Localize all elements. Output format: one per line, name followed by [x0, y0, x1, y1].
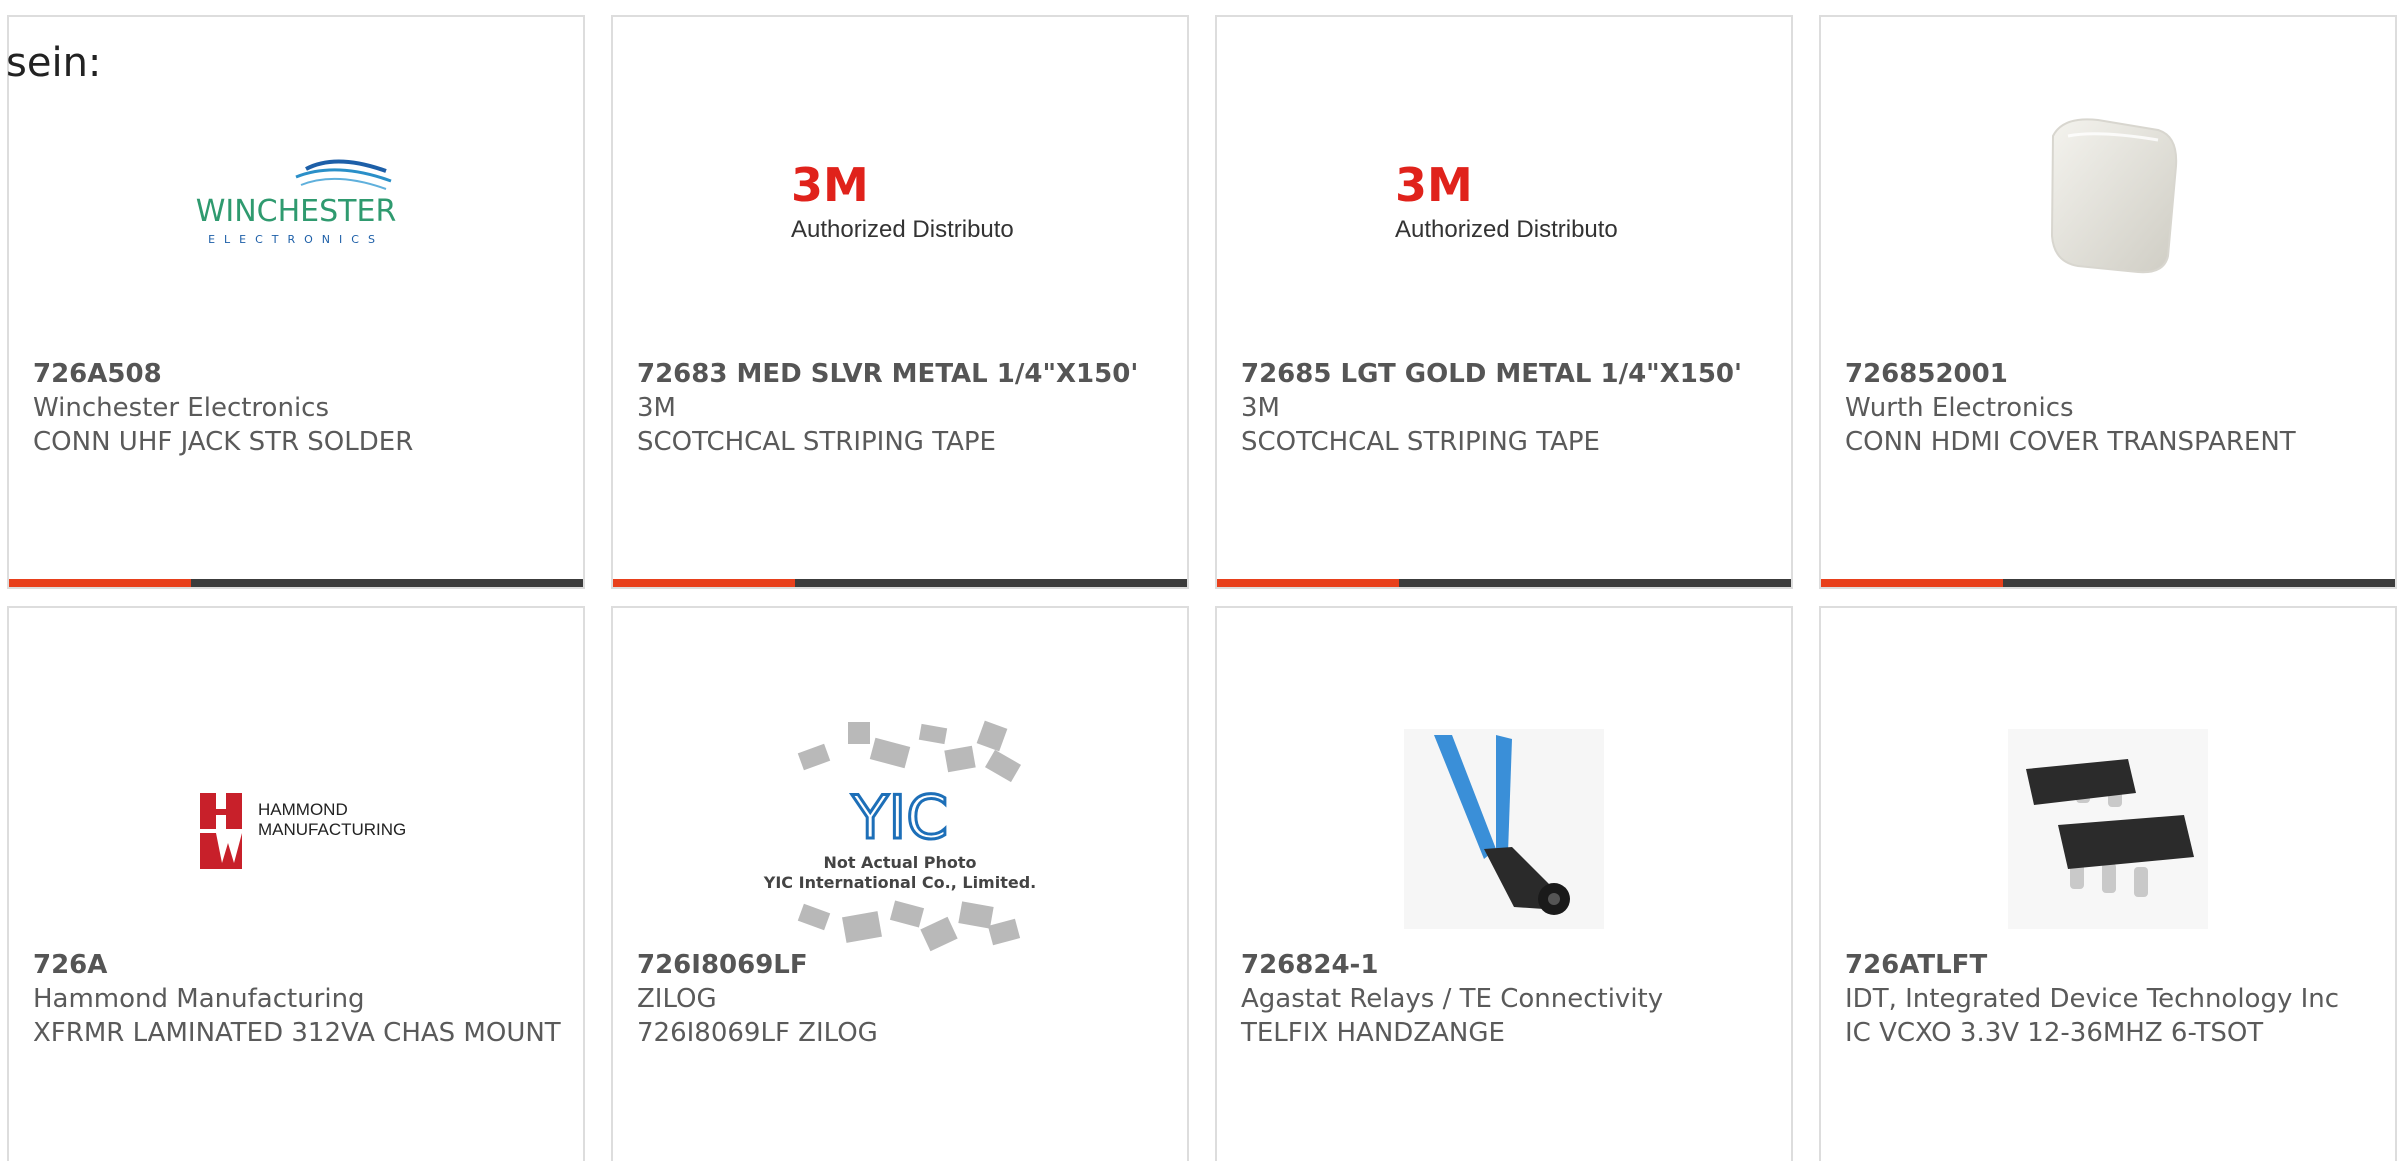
- product-grid-page: sein: WINCHESTER ELECTRONICS 726A508 Win…: [0, 0, 2400, 1161]
- description: SCOTCHCAL STRIPING TAPE: [1241, 427, 1600, 457]
- product-info: 726A508 Winchester Electronics CONN UHF …: [33, 357, 563, 459]
- manufacturer: 3M: [637, 393, 676, 423]
- part-number-link[interactable]: 726I8069LF: [637, 948, 1167, 982]
- product-card[interactable]: 3M Authorized Distributor 72685 LGT GOLD…: [1215, 15, 1793, 589]
- crimping-tool-photo: [1217, 694, 1791, 964]
- product-info: 726824-1 Agastat Relays / TE Connectivit…: [1241, 948, 1771, 1050]
- part-number-link[interactable]: 726A508: [33, 357, 563, 391]
- manufacturer: Hammond Manufacturing: [33, 984, 365, 1014]
- description: TELFIX HANDZANGE: [1241, 1018, 1505, 1048]
- part-number-link[interactable]: 726ATLFT: [1845, 948, 2375, 982]
- svg-text:WINCHESTER: WINCHESTER: [196, 194, 397, 229]
- part-number-link[interactable]: 72685 LGT GOLD METAL 1/4"X150': [1241, 357, 1771, 391]
- card-accent-bar: [613, 579, 1187, 587]
- svg-text:Not Actual Photo: Not Actual Photo: [823, 853, 976, 872]
- part-number-link[interactable]: 726824-1: [1241, 948, 1771, 982]
- manufacturer: 3M: [1241, 393, 1280, 423]
- description: 726I8069LF ZILOG: [637, 1018, 878, 1048]
- product-info: 72685 LGT GOLD METAL 1/4"X150' 3M SCOTCH…: [1241, 357, 1771, 459]
- description: XFRMR LAMINATED 312VA CHAS MOUNT: [33, 1018, 561, 1048]
- winchester-electronics-logo: WINCHESTER ELECTRONICS: [9, 61, 583, 331]
- hdmi-cover-photo: [1821, 61, 2395, 331]
- manufacturer: ZILOG: [637, 984, 717, 1014]
- product-info: 726ATLFT IDT, Integrated Device Technolo…: [1845, 948, 2375, 1050]
- description: IC VCXO 3.3V 12-36MHZ 6-TSOT: [1845, 1018, 2264, 1048]
- product-card[interactable]: 726824-1 Agastat Relays / TE Connectivit…: [1215, 606, 1793, 1161]
- part-number-link[interactable]: 726A: [33, 948, 563, 982]
- product-info: 726A Hammond Manufacturing XFRMR LAMINAT…: [33, 948, 563, 1050]
- hammond-manufacturing-logo: HAMMOND MANUFACTURING: [9, 694, 583, 964]
- card-accent-bar: [1821, 579, 2395, 587]
- product-card[interactable]: 3M Authorized Distributor 72683 MED SLVR…: [611, 15, 1189, 589]
- product-info: 72683 MED SLVR METAL 1/4"X150' 3M SCOTCH…: [637, 357, 1167, 459]
- card-accent-bar: [9, 579, 583, 587]
- svg-text:3M: 3M: [1395, 158, 1473, 212]
- svg-text:YIC: YIC: [851, 783, 948, 853]
- manufacturer: Winchester Electronics: [33, 393, 330, 423]
- not-actual-photo-placeholder: YIC Not Actual Photo YIC International C…: [613, 698, 1187, 968]
- tsot-chip-photo: [1821, 694, 2395, 964]
- product-card[interactable]: HAMMOND MANUFACTURING 726A Hammond Manuf…: [7, 606, 585, 1161]
- product-card[interactable]: 726ATLFT IDT, Integrated Device Technolo…: [1819, 606, 2397, 1161]
- 3m-authorized-distributor-logo: 3M Authorized Distributor: [1217, 61, 1791, 331]
- svg-text:Authorized Distributor: Authorized Distributor: [791, 216, 1015, 243]
- card-accent-bar: [1217, 579, 1791, 587]
- product-card[interactable]: YIC Not Actual Photo YIC International C…: [611, 606, 1189, 1161]
- svg-text:YIC International Co., Limited: YIC International Co., Limited.: [763, 873, 1036, 892]
- product-card[interactable]: 726852001 Wurth Electronics CONN HDMI CO…: [1819, 15, 2397, 589]
- svg-text:3M: 3M: [791, 158, 869, 212]
- svg-text:Authorized Distributor: Authorized Distributor: [1395, 216, 1619, 243]
- lead-text: sein:: [6, 40, 102, 86]
- product-info: 726852001 Wurth Electronics CONN HDMI CO…: [1845, 357, 2375, 459]
- svg-text:HAMMOND: HAMMOND: [258, 800, 348, 819]
- manufacturer: Wurth Electronics: [1845, 393, 2074, 423]
- description: CONN HDMI COVER TRANSPARENT: [1845, 427, 2296, 457]
- product-info: 726I8069LF ZILOG 726I8069LF ZILOG: [637, 948, 1167, 1050]
- 3m-authorized-distributor-logo: 3M Authorized Distributor: [613, 61, 1187, 331]
- manufacturer: IDT, Integrated Device Technology Inc: [1845, 984, 2340, 1014]
- manufacturer: Agastat Relays / TE Connectivity: [1241, 984, 1664, 1014]
- part-number-link[interactable]: 726852001: [1845, 357, 2375, 391]
- part-number-link[interactable]: 72683 MED SLVR METAL 1/4"X150': [637, 357, 1167, 391]
- description: SCOTCHCAL STRIPING TAPE: [637, 427, 996, 457]
- svg-text:ELECTRONICS: ELECTRONICS: [208, 233, 384, 246]
- product-card[interactable]: WINCHESTER ELECTRONICS 726A508 Wincheste…: [7, 15, 585, 589]
- svg-text:MANUFACTURING: MANUFACTURING: [258, 820, 406, 839]
- description: CONN UHF JACK STR SOLDER: [33, 427, 414, 457]
